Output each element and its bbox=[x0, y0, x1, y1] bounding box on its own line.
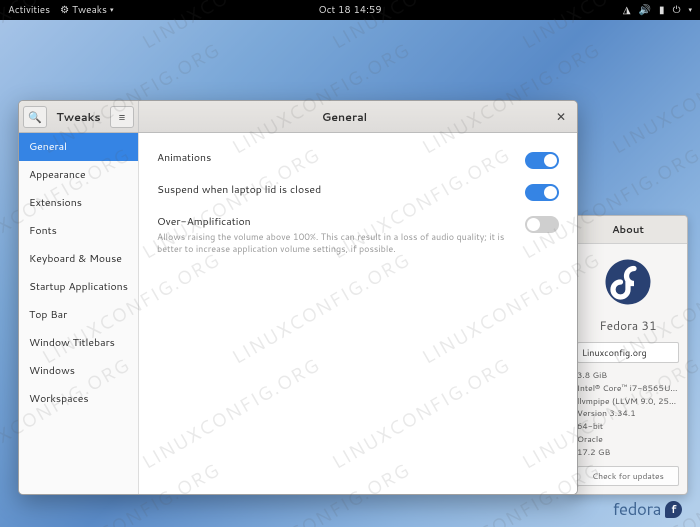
about-titlebar[interactable]: About bbox=[569, 216, 687, 244]
sidebar-item-keyboard-mouse[interactable]: Keyboard & Mouse bbox=[19, 245, 138, 273]
tweaks-content: Animations Suspend when laptop lid is cl… bbox=[139, 133, 577, 494]
search-icon: 🔍 bbox=[28, 109, 42, 125]
sidebar-item-window-titlebars[interactable]: Window Titlebars bbox=[19, 329, 138, 357]
sidebar-item-extensions[interactable]: Extensions bbox=[19, 189, 138, 217]
about-window: About Fedora 31 Linuxconfig.org 3.8 GiB … bbox=[568, 215, 688, 495]
setting-animations: Animations bbox=[157, 147, 559, 179]
sidebar-item-top-bar[interactable]: Top Bar bbox=[19, 301, 138, 329]
tweaks-titlebar[interactable]: 🔍 Tweaks ≡ General ✕ bbox=[19, 101, 577, 133]
spec-disk: 17.2 GB bbox=[577, 446, 679, 459]
close-icon: ✕ bbox=[556, 108, 566, 125]
fedora-wordmark: fedora f bbox=[613, 497, 682, 521]
fedora-logo-icon bbox=[604, 258, 652, 306]
chevron-down-icon: ▾ bbox=[688, 5, 692, 15]
spec-gnome: Version 3.34.1 bbox=[577, 407, 679, 420]
sidebar-item-fonts[interactable]: Fonts bbox=[19, 217, 138, 245]
setting-suspend-lid: Suspend when laptop lid is closed bbox=[157, 179, 559, 211]
search-button[interactable]: 🔍 bbox=[23, 106, 47, 128]
sidebar-item-appearance[interactable]: Appearance bbox=[19, 161, 138, 189]
network-icon: ◮ bbox=[623, 3, 631, 17]
spec-cpu: Intel® Core™ i7-8565U CPU @ ... bbox=[577, 382, 679, 395]
spec-virt: Oracle bbox=[577, 433, 679, 446]
close-button[interactable]: ✕ bbox=[550, 106, 572, 128]
spec-gpu: llvmpipe (LLVM 9.0, 256 bits) bbox=[577, 395, 679, 408]
over-amp-switch[interactable] bbox=[525, 216, 559, 233]
animations-label: Animations bbox=[157, 151, 515, 165]
sidebar-item-startup-apps[interactable]: Startup Applications bbox=[19, 273, 138, 301]
tweaks-sidebar: General Appearance Extensions Fonts Keyb… bbox=[19, 133, 139, 494]
suspend-lid-switch[interactable] bbox=[525, 184, 559, 201]
gnome-topbar: Activities ⚙ Tweaks ▾ Oct 18 14:59 ◮ 🔊 ▮… bbox=[0, 0, 700, 20]
tweaks-app-icon: ⚙ bbox=[60, 3, 69, 17]
chevron-down-icon: ▾ bbox=[110, 5, 114, 15]
activities-button[interactable]: Activities bbox=[8, 3, 50, 17]
sidebar-item-general[interactable]: General bbox=[19, 133, 138, 161]
sidebar-item-windows[interactable]: Windows bbox=[19, 357, 138, 385]
spec-memory: 3.8 GiB bbox=[577, 369, 679, 382]
animations-switch[interactable] bbox=[525, 152, 559, 169]
volume-icon: 🔊 bbox=[639, 3, 651, 17]
suspend-lid-label: Suspend when laptop lid is closed bbox=[157, 183, 515, 197]
setting-over-amplification: Over-Amplification Allows raising the vo… bbox=[157, 211, 559, 264]
app-menu[interactable]: ⚙ Tweaks ▾ bbox=[60, 3, 113, 17]
system-status-area[interactable]: ◮ 🔊 ▮ ⏻ ▾ bbox=[623, 3, 692, 17]
power-icon: ⏻ bbox=[673, 3, 681, 17]
distro-name: Fedora 31 bbox=[577, 317, 679, 334]
spec-list: 3.8 GiB Intel® Core™ i7-8565U CPU @ ... … bbox=[577, 369, 679, 458]
hamburger-icon: ≡ bbox=[119, 109, 125, 125]
tweaks-window: 🔍 Tweaks ≡ General ✕ General Appearance … bbox=[18, 100, 578, 495]
over-amp-label: Over-Amplification bbox=[157, 215, 515, 229]
check-updates-button[interactable]: Check for updates bbox=[577, 466, 679, 486]
sidebar-item-workspaces[interactable]: Workspaces bbox=[19, 385, 138, 413]
menu-button[interactable]: ≡ bbox=[110, 106, 134, 128]
clock[interactable]: Oct 18 14:59 bbox=[318, 3, 381, 17]
hostname-field[interactable]: Linuxconfig.org bbox=[577, 342, 679, 363]
battery-icon: ▮ bbox=[659, 3, 665, 17]
sidebar-title: Tweaks bbox=[51, 109, 106, 125]
fedora-bubble-icon: f bbox=[665, 501, 682, 518]
page-title: General bbox=[139, 109, 550, 125]
over-amp-description: Allows raising the volume above 100%. Th… bbox=[157, 231, 515, 254]
spec-arch: 64-bit bbox=[577, 420, 679, 433]
